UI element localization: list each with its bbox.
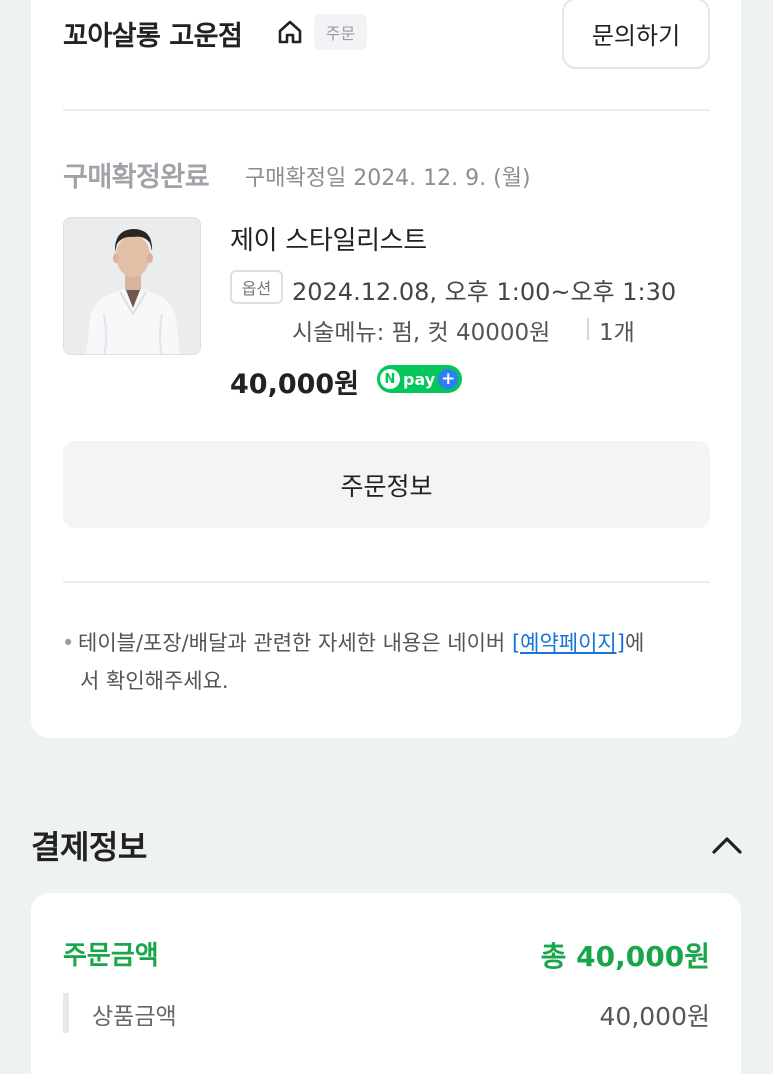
stylist-photo-image <box>64 218 200 354</box>
order-type-chip: 주문 <box>314 14 367 50</box>
divider <box>63 581 710 583</box>
stylist-photo[interactable] <box>63 217 201 355</box>
collapse-button[interactable] <box>707 828 747 862</box>
home-icon[interactable] <box>277 19 303 45</box>
order-status: 구매확정완료 <box>63 162 210 193</box>
sub-item-bar <box>63 993 69 1033</box>
quantity-separator <box>587 318 589 340</box>
npay-label: pay <box>403 369 436 389</box>
reservation-page-link[interactable]: [예약페이지] <box>512 631 625 655</box>
npay-n-icon: N <box>380 369 400 389</box>
notice-text-part: 에 <box>624 631 645 655</box>
confirm-date: 구매확정일 2024. 12. 9. (월) <box>245 166 531 191</box>
item-price: 40,000원 <box>230 369 360 400</box>
order-detail-page: 꼬아살롱 고운점 주문 문의하기 구매확정완료 구매확정일 2024. 12. … <box>0 0 773 1074</box>
npay-plus-badge: N pay + <box>377 365 463 393</box>
bullet: • <box>62 631 75 655</box>
order-amount-label: 주문금액 <box>63 941 159 971</box>
payment-card <box>31 893 741 1074</box>
quantity: 1개 <box>599 320 635 346</box>
option-badge: 옵션 <box>230 270 283 304</box>
notice-text-part: 테이블/포장/배달과 관련한 자세한 내용은 네이버 <box>78 631 512 655</box>
option-datetime: 2024.12.08, 오후 1:00~오후 1:30 <box>292 278 677 306</box>
notice-text: • 테이블/포장/배달과 관련한 자세한 내용은 네이버 [예약페이지]에 서 확… <box>62 624 722 700</box>
order-info-button[interactable]: 주문정보 <box>63 441 710 528</box>
inquiry-button[interactable]: 문의하기 <box>562 0 710 69</box>
store-name[interactable]: 꼬아살롱 고운점 <box>63 14 243 53</box>
divider <box>63 109 710 111</box>
product-name[interactable]: 제이 스타일리스트 <box>230 220 427 257</box>
order-amount-total: 총 40,000원 <box>540 940 710 973</box>
chevron-up-icon <box>712 837 742 854</box>
product-amount-value: 40,000원 <box>599 1002 710 1031</box>
menu-detail: 시술메뉴: 펌, 컷 40000원 <box>292 320 551 346</box>
payment-section-title: 결제정보 <box>31 828 147 866</box>
plus-icon: + <box>438 369 459 389</box>
notice-text-line2: 서 확인해주세요. <box>80 669 229 693</box>
product-amount-label: 상품금액 <box>92 1004 177 1030</box>
